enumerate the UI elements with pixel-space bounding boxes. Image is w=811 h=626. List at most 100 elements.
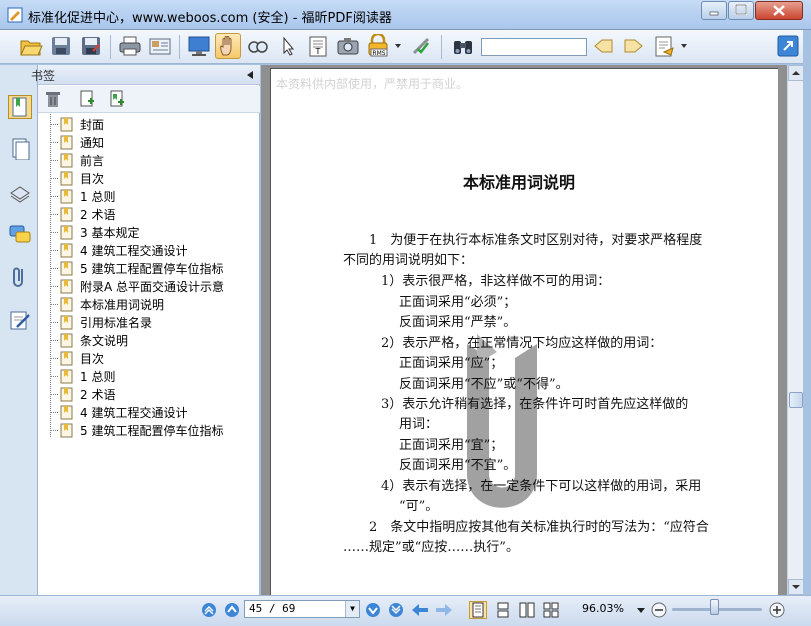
scroll-up-button[interactable]: [788, 65, 804, 81]
minimize-icon: [709, 11, 719, 16]
bookmark-page-icon: [60, 369, 73, 383]
bookmark-item[interactable]: 条文说明: [50, 331, 128, 349]
delete-bookmark-icon[interactable]: [44, 90, 62, 108]
document-text-line: 正面词采用“应”；: [399, 356, 504, 371]
bookmark-item[interactable]: 目次: [50, 169, 104, 187]
close-button[interactable]: [755, 1, 803, 20]
bookmark-item[interactable]: 3 基本规定: [50, 223, 139, 241]
bookmark-item[interactable]: 1 总则: [50, 187, 115, 205]
prev-page-button[interactable]: [223, 601, 241, 619]
vertical-scrollbar[interactable]: [787, 65, 804, 595]
first-page-button[interactable]: [200, 601, 218, 619]
toolbar: T RMS: [0, 30, 811, 64]
zoom-slider-thumb[interactable]: [710, 599, 719, 615]
document-text-line: “可”。: [399, 499, 439, 514]
bookmark-item[interactable]: 2 术语: [50, 385, 115, 403]
add-child-bookmark-icon[interactable]: [108, 90, 126, 108]
bookmark-page-icon: [60, 117, 73, 131]
continuous-facing-view-button[interactable]: [542, 601, 560, 619]
find-button[interactable]: [450, 33, 476, 59]
print-button[interactable]: [117, 33, 143, 59]
bookmark-item[interactable]: 引用标准名录: [50, 313, 152, 331]
add-bookmark-icon[interactable]: [78, 90, 96, 108]
facing-view-button[interactable]: [518, 601, 536, 619]
save-as-button[interactable]: [78, 33, 104, 59]
fullscreen-button[interactable]: [186, 33, 212, 59]
bookmark-label: 附录A 总平面交通设计示意: [80, 279, 225, 294]
document-text-line: 2）表示严格，在正常情况下均应这样做的用词：: [381, 336, 663, 351]
single-page-view-button[interactable]: [469, 601, 487, 619]
hand-tool-button[interactable]: [215, 33, 241, 59]
zoom-out-button[interactable]: [650, 601, 668, 619]
next-result-icon: [624, 39, 643, 53]
rail-comments-button[interactable]: [8, 222, 32, 246]
email-button[interactable]: [147, 33, 173, 59]
tree-connector: [50, 267, 58, 269]
collapse-panel-icon[interactable]: [244, 68, 256, 82]
expand-button[interactable]: [775, 33, 801, 59]
continuous-view-button[interactable]: [494, 601, 512, 619]
tree-connector: [50, 393, 58, 395]
search-input[interactable]: [481, 38, 587, 56]
bookmark-item[interactable]: 本标准用词说明: [50, 295, 164, 313]
select-button[interactable]: [275, 33, 301, 59]
zoom-select-button[interactable]: [245, 33, 271, 59]
zoom-in-button[interactable]: [768, 601, 786, 619]
bookmark-item[interactable]: 4 建筑工程交通设计: [50, 241, 187, 259]
rms-button[interactable]: RMS: [365, 33, 403, 59]
document-text-line: 2 条文中指明应按其他有关标准执行时的写法为：“应符合: [369, 520, 709, 535]
next-page-icon: [366, 603, 380, 617]
go-forward-button[interactable]: [435, 601, 453, 619]
rail-pages-button[interactable]: [8, 137, 32, 161]
bookmark-item[interactable]: 封面: [50, 115, 104, 133]
annotate-icon: [655, 36, 687, 57]
document-text-line: 不同的用词说明如下：: [343, 253, 474, 268]
next-page-button[interactable]: [364, 601, 382, 619]
bookmark-panel-icon: [12, 97, 27, 117]
bookmark-item[interactable]: 5 建筑工程配置停车位指标: [50, 259, 223, 277]
section-title: 本标准用词说明: [462, 173, 575, 192]
prev-result-button[interactable]: [591, 33, 617, 59]
bookmark-item[interactable]: 前言: [50, 151, 104, 169]
page-number-field[interactable]: 45 / 69 ▼: [244, 600, 360, 618]
snapshot-button[interactable]: [335, 33, 361, 59]
go-back-button[interactable]: [411, 601, 429, 619]
open-button[interactable]: [18, 33, 44, 59]
scroll-down-button[interactable]: [788, 579, 804, 595]
bookmark-item[interactable]: 2 术语: [50, 205, 115, 223]
rail-signatures-button[interactable]: [8, 308, 32, 332]
save-button[interactable]: [48, 33, 74, 59]
bookmark-item[interactable]: 附录A 总平面交通设计示意: [50, 277, 224, 295]
app-icon: [7, 7, 23, 23]
document-text-line: 3）表示允许稍有选择，在条件许可时首先应这样做的: [381, 397, 689, 412]
page-number-text: 45 / 69: [249, 602, 296, 615]
maximize-button[interactable]: [728, 1, 754, 20]
bookmark-page-icon: [60, 405, 73, 419]
bookmark-item[interactable]: 1 总则: [50, 367, 115, 385]
next-result-button[interactable]: [621, 33, 647, 59]
annotate-button[interactable]: [651, 33, 689, 59]
rail-bookmarks-button[interactable]: [8, 95, 32, 119]
bookmark-item[interactable]: 4 建筑工程交通设计: [50, 403, 187, 421]
zoom-dropdown-button[interactable]: [634, 601, 648, 619]
tree-connector: [50, 429, 58, 431]
bookmark-item[interactable]: 5 建筑工程配置停车位指标: [50, 421, 223, 439]
bookmark-page-icon: [60, 135, 73, 149]
bookmark-item[interactable]: 目次: [50, 349, 104, 367]
page-dropdown-button[interactable]: ▼: [345, 601, 359, 617]
text-select-button[interactable]: T: [305, 33, 331, 59]
bookmark-toolbar: [38, 86, 260, 113]
scroll-thumb[interactable]: [789, 392, 803, 408]
minimize-button[interactable]: [701, 1, 727, 20]
rail-layers-button[interactable]: [8, 180, 32, 204]
last-page-button[interactable]: [387, 601, 405, 619]
toolbar-separator: [441, 35, 442, 59]
document-text-line: 用词：: [399, 417, 439, 432]
bookmark-page-icon: [60, 225, 73, 239]
bookmark-item[interactable]: 通知: [50, 133, 104, 151]
rail-attachments-button[interactable]: [8, 265, 32, 289]
bookmark-panel-title: 书签: [31, 69, 56, 83]
zoom-level[interactable]: 96.03%: [582, 602, 624, 615]
status-bar: 45 / 69 ▼ 96.03%: [0, 595, 811, 626]
sign-button[interactable]: [409, 33, 435, 59]
